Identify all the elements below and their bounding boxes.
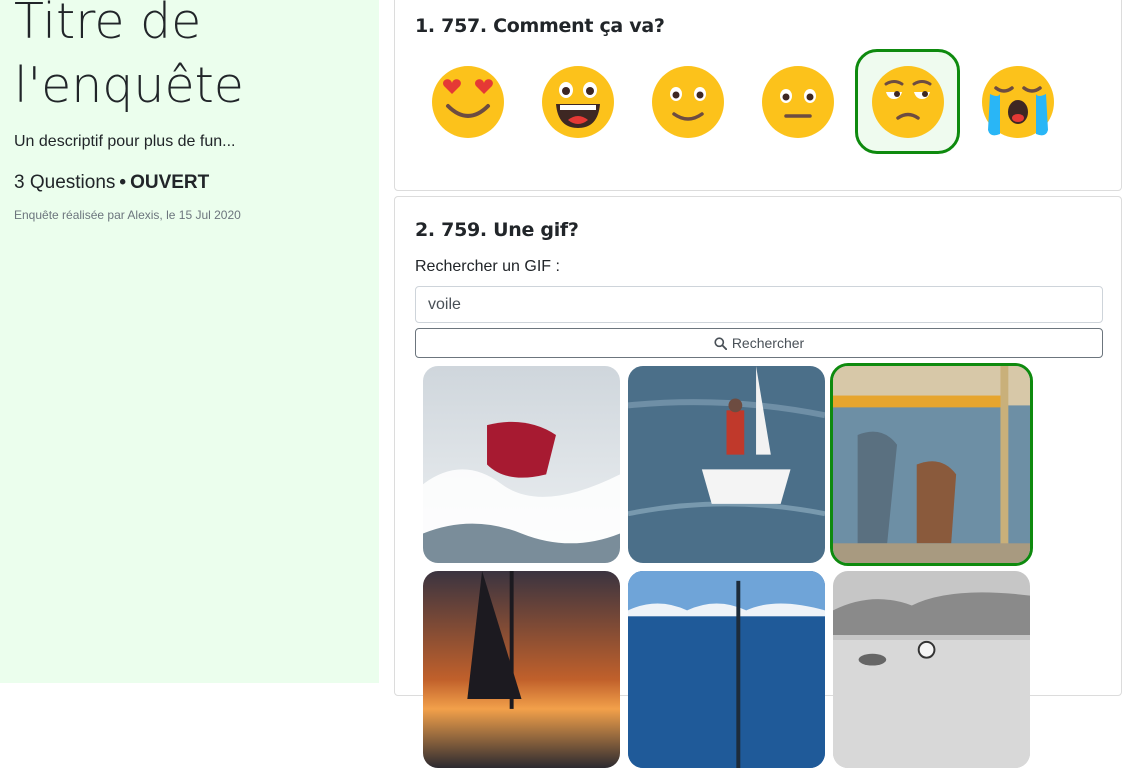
emoji-option-crying[interactable] xyxy=(965,49,1070,154)
question-card-mood: 1. 757. Comment ça va? xyxy=(394,0,1122,191)
search-button-label: Rechercher xyxy=(731,335,805,351)
emoji-option-slight-smile[interactable] xyxy=(635,49,740,154)
survey-description: Un descriptif pour plus de fun... xyxy=(14,133,236,150)
search-button[interactable]: Rechercher xyxy=(415,328,1103,358)
question-card-gif: 2. 759. Une gif? Rechercher un GIF : Rec… xyxy=(394,196,1122,768)
meta-separator: • xyxy=(119,172,127,193)
gif-results-grid xyxy=(420,363,1040,768)
survey-author-line: Enquête réalisée par Alexis, le 15 Jul 2… xyxy=(14,208,241,222)
question-title: 2. 759. Une gif? xyxy=(415,219,579,241)
crying-face-emoji-icon xyxy=(981,65,1054,138)
question-title: 1. 757. Comment ça va? xyxy=(415,15,665,37)
gif-ship-storm[interactable] xyxy=(420,363,623,566)
survey-status: OUVERT xyxy=(130,172,210,193)
emoji-option-neutral[interactable] xyxy=(745,49,850,154)
survey-sidebar: Titre de l'enquête Un descriptif pour pl… xyxy=(0,0,379,683)
gif-sunset-sailboat[interactable] xyxy=(420,568,623,771)
neutral-face-emoji-icon xyxy=(761,65,834,138)
questions-count: 3 Questions xyxy=(14,172,116,193)
gif-search-input[interactable] xyxy=(415,286,1103,323)
survey-meta: 3 Questions • OUVERT xyxy=(14,172,209,194)
search-icon xyxy=(714,336,727,350)
heart-eyes-emoji-icon xyxy=(431,65,504,138)
survey-title: Titre de l'enquête xyxy=(14,0,244,114)
gif-sailor-dinghy[interactable] xyxy=(625,363,828,566)
emoji-option-unamused[interactable] xyxy=(855,49,960,154)
gif-sea-mast[interactable] xyxy=(625,568,828,771)
slight-smile-emoji-icon xyxy=(651,65,724,138)
emoji-option-grinning[interactable] xyxy=(525,49,630,154)
gif-boat-deck[interactable] xyxy=(830,363,1033,566)
emoji-option-heart-eyes[interactable] xyxy=(415,49,520,154)
gif-search-label: Rechercher un GIF : xyxy=(415,258,560,275)
grinning-emoji-icon xyxy=(541,65,614,138)
unamused-face-emoji-icon xyxy=(871,65,944,138)
gif-cartoon-coast[interactable] xyxy=(830,568,1033,771)
